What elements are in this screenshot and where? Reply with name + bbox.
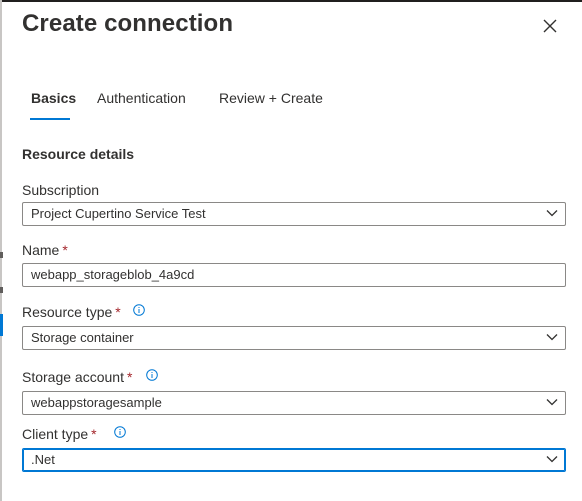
subscription-label: Subscription <box>22 181 99 199</box>
tab-authentication[interactable]: Authentication <box>97 88 186 108</box>
background-panel-selection-edge <box>0 314 3 336</box>
resource-type-label-text: Resource type <box>22 304 113 320</box>
window-left-border <box>0 0 2 501</box>
client-type-label: Client type * <box>22 425 126 443</box>
chevron-down-icon <box>546 210 558 217</box>
background-panel-edge <box>0 252 3 258</box>
close-button[interactable] <box>538 14 562 38</box>
resource-type-dropdown[interactable]: Storage container <box>22 326 566 350</box>
required-marker: * <box>115 304 121 320</box>
info-icon[interactable] <box>133 304 145 316</box>
name-value: webapp_storageblob_4a9cd <box>31 267 195 282</box>
storage-account-label-text: Storage account <box>22 369 124 385</box>
storage-account-dropdown[interactable]: webappstoragesample <box>22 391 566 415</box>
subscription-dropdown[interactable]: Project Cupertino Service Test <box>22 202 566 226</box>
section-title: Resource details <box>22 146 135 162</box>
tab-review-create[interactable]: Review + Create <box>219 88 323 108</box>
subscription-label-text: Subscription <box>22 182 100 198</box>
resource-type-label: Resource type * <box>22 303 145 321</box>
storage-account-value: webappstoragesample <box>31 395 162 410</box>
info-icon[interactable] <box>146 369 158 381</box>
client-type-dropdown[interactable]: .Net <box>22 448 566 472</box>
chevron-down-icon <box>546 399 558 406</box>
subscription-value: Project Cupertino Service Test <box>31 206 206 221</box>
chevron-down-icon <box>546 334 558 341</box>
tab-basics[interactable]: Basics <box>31 88 76 108</box>
close-icon <box>543 19 557 33</box>
required-marker: * <box>91 426 97 442</box>
resource-type-value: Storage container <box>31 330 134 345</box>
client-type-label-text: Client type <box>22 426 89 442</box>
dialog-title: Create connection <box>22 10 234 37</box>
chevron-down-icon <box>546 456 558 463</box>
required-marker: * <box>126 369 133 385</box>
name-label: Name * <box>22 241 68 259</box>
name-input[interactable]: webapp_storageblob_4a9cd <box>22 263 566 287</box>
required-marker: * <box>62 242 68 258</box>
window-top-border <box>0 0 582 2</box>
client-type-value: .Net <box>31 452 55 467</box>
selected-tab-indicator <box>30 118 70 120</box>
name-label-text: Name <box>22 242 60 258</box>
background-panel-edge <box>0 287 3 293</box>
storage-account-label: Storage account * <box>22 368 158 386</box>
info-icon[interactable] <box>114 426 126 438</box>
